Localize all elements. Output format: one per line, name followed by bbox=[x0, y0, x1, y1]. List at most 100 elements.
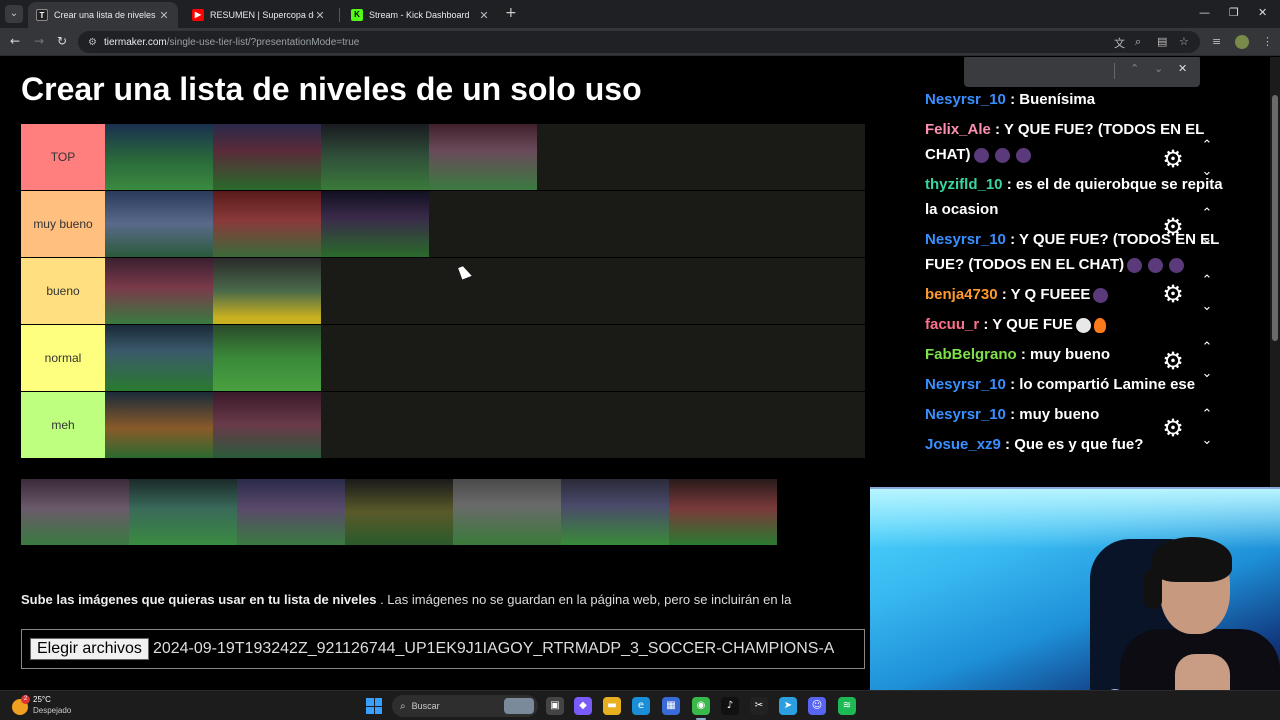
tier-label[interactable]: normal bbox=[21, 325, 105, 391]
close-icon[interactable]: ✕ bbox=[478, 9, 490, 22]
chevron-down-icon[interactable]: ⌄ bbox=[1198, 434, 1216, 447]
gear-icon[interactable]: ⚙ bbox=[1160, 415, 1186, 441]
chevron-up-icon[interactable]: ⌃ bbox=[1198, 139, 1216, 152]
tier-row-meh: meh bbox=[21, 392, 865, 459]
chat-message: Felix_Ale : Y QUE FUE? (TODOS EN EL CHAT… bbox=[925, 117, 1235, 167]
chevron-down-icon[interactable]: ⌄ bbox=[1198, 233, 1216, 246]
chevron-down-icon[interactable]: ⌄ bbox=[1198, 367, 1216, 380]
player-thumbnail[interactable] bbox=[105, 258, 213, 324]
url-host: tiermaker.com bbox=[103, 36, 167, 48]
gear-icon[interactable]: ⚙ bbox=[1160, 214, 1186, 240]
back-icon[interactable]: ← bbox=[10, 34, 20, 48]
forward-icon[interactable]: → bbox=[34, 34, 44, 48]
gear-icon[interactable]: ⚙ bbox=[1160, 348, 1186, 374]
profile-avatar[interactable] bbox=[1235, 35, 1249, 49]
menu-icon[interactable]: ⋮ bbox=[1262, 35, 1273, 48]
restore-icon[interactable]: ❐ bbox=[1229, 6, 1239, 19]
tab-title: Crear una lista de niveles de un bbox=[54, 10, 158, 20]
search-placeholder: Buscar bbox=[411, 701, 440, 711]
translate-icon[interactable]: 文 bbox=[1114, 35, 1125, 51]
weather-temperature[interactable]: 25°C bbox=[33, 695, 51, 704]
search-highlight-image bbox=[504, 698, 534, 714]
minimize-icon[interactable]: — bbox=[1199, 6, 1210, 19]
gear-icon[interactable]: ⚙ bbox=[1160, 146, 1186, 172]
notification-badge: 2 bbox=[21, 695, 30, 704]
chevron-down-icon[interactable]: ⌄ bbox=[1198, 300, 1216, 313]
fire-icon bbox=[1093, 317, 1106, 333]
chrome-icon[interactable]: ◉ bbox=[692, 697, 710, 715]
tier-items bbox=[105, 325, 321, 391]
chevron-down-icon[interactable]: ⌄ bbox=[5, 5, 23, 23]
tab-kick[interactable]: K Stream - Kick Dashboard ✕ bbox=[343, 2, 498, 28]
chevron-up-icon[interactable]: ⌃ bbox=[1198, 341, 1216, 354]
player-thumbnail[interactable] bbox=[213, 325, 321, 391]
chevron-up-icon[interactable]: ⌃ bbox=[1198, 207, 1216, 220]
chat-username: Nesyrsr_10 bbox=[925, 406, 1006, 423]
tab-youtube[interactable]: ▶ RESUMEN | Supercopa de Espa ✕ bbox=[184, 2, 334, 28]
find-bar[interactable]: ⌃ ⌄ ✕ bbox=[964, 57, 1200, 87]
player-thumbnail[interactable] bbox=[561, 479, 669, 545]
close-icon[interactable]: ✕ bbox=[158, 9, 170, 22]
taskbar-search[interactable]: ⌕ Buscar bbox=[392, 695, 538, 717]
chevron-down-icon[interactable]: ⌄ bbox=[1154, 62, 1163, 75]
tab-tiermaker[interactable]: T Crear una lista de niveles de un ✕ bbox=[28, 2, 178, 28]
player-thumbnail[interactable] bbox=[213, 392, 321, 458]
close-icon[interactable]: ✕ bbox=[1178, 62, 1187, 75]
copilot-icon[interactable]: ◆ bbox=[574, 697, 592, 715]
file-explorer-icon[interactable]: ▬ bbox=[603, 697, 621, 715]
player-thumbnail[interactable] bbox=[321, 124, 429, 190]
tab-divider bbox=[339, 8, 340, 22]
chevron-up-icon[interactable]: ⌃ bbox=[1198, 274, 1216, 287]
task-view-icon[interactable]: ▣ bbox=[546, 697, 564, 715]
player-thumbnail[interactable] bbox=[213, 124, 321, 190]
player-thumbnail[interactable] bbox=[105, 124, 213, 190]
chevron-down-icon[interactable]: ⌄ bbox=[1198, 165, 1216, 178]
player-thumbnail[interactable] bbox=[213, 191, 321, 257]
choose-files-button[interactable]: Elegir archivos bbox=[30, 638, 149, 660]
weather-condition[interactable]: Despejado bbox=[33, 706, 71, 715]
close-icon[interactable]: ✕ bbox=[1258, 6, 1267, 19]
player-thumbnail[interactable] bbox=[669, 479, 777, 545]
tiktok-icon[interactable]: ♪ bbox=[721, 697, 739, 715]
plus-icon[interactable]: + bbox=[505, 5, 517, 21]
windows-start-icon[interactable] bbox=[366, 698, 382, 714]
player-thumbnail[interactable] bbox=[453, 479, 561, 545]
file-input[interactable]: Elegir archivos 2024-09-19T193242Z_92112… bbox=[21, 629, 865, 669]
chevron-up-icon[interactable]: ⌃ bbox=[1130, 62, 1139, 75]
tier-label[interactable]: meh bbox=[21, 392, 105, 458]
player-thumbnail[interactable] bbox=[321, 191, 429, 257]
tier-label[interactable]: TOP bbox=[21, 124, 105, 190]
site-info-icon[interactable]: ⚙ bbox=[88, 37, 97, 48]
spotify-icon[interactable]: ≋ bbox=[838, 697, 856, 715]
player-thumbnail[interactable] bbox=[429, 124, 537, 190]
close-icon[interactable]: ✕ bbox=[314, 9, 326, 22]
player-thumbnail[interactable] bbox=[345, 479, 453, 545]
store-icon[interactable]: ▦ bbox=[662, 697, 680, 715]
gear-icon[interactable]: ⚙ bbox=[1160, 281, 1186, 307]
player-thumbnail[interactable] bbox=[105, 191, 213, 257]
capcut-icon[interactable]: ✂ bbox=[750, 697, 768, 715]
edge-icon[interactable]: e bbox=[632, 697, 650, 715]
url-field[interactable]: ⚙ tiermaker.com/single-use-tier-list/?pr… bbox=[78, 31, 1200, 53]
media-control-icon[interactable]: ≡ bbox=[1212, 35, 1221, 48]
player-thumbnail[interactable] bbox=[105, 325, 213, 391]
chat-text: : Buenísima bbox=[1005, 91, 1096, 108]
player-thumbnail[interactable] bbox=[213, 258, 321, 324]
install-app-icon[interactable]: ▤ bbox=[1157, 35, 1167, 48]
chat-text: : muy bueno bbox=[1005, 406, 1100, 423]
scrollbar-thumb[interactable] bbox=[1272, 95, 1278, 341]
chevron-up-icon[interactable]: ⌃ bbox=[1198, 408, 1216, 421]
telegram-icon[interactable]: ➤ bbox=[779, 697, 797, 715]
tier-label[interactable]: muy bueno bbox=[21, 191, 105, 257]
zoom-icon[interactable]: ⌕ bbox=[1135, 35, 1141, 49]
tier-items bbox=[105, 191, 429, 257]
discord-icon[interactable]: ☺ bbox=[808, 697, 826, 715]
player-thumbnail[interactable] bbox=[237, 479, 345, 545]
chat-message: Josue_xz9 : Que es y que fue? bbox=[925, 432, 1235, 457]
player-thumbnail[interactable] bbox=[129, 479, 237, 545]
player-thumbnail[interactable] bbox=[21, 479, 129, 545]
reload-icon[interactable]: ↻ bbox=[57, 34, 67, 48]
player-thumbnail[interactable] bbox=[105, 392, 213, 458]
bookmark-star-icon[interactable]: ☆ bbox=[1179, 35, 1189, 48]
tier-label[interactable]: bueno bbox=[21, 258, 105, 324]
